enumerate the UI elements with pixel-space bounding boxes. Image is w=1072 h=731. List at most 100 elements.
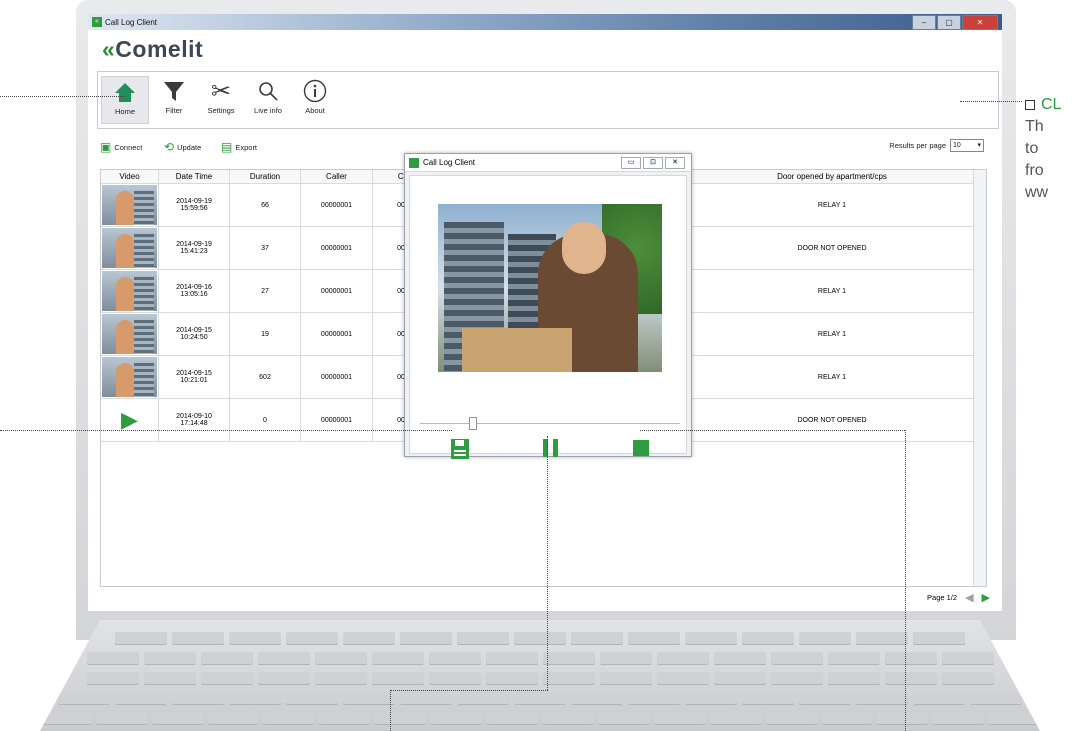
visitor-image (116, 234, 134, 268)
video-thumbnail[interactable] (102, 185, 157, 225)
logo-mark: « (102, 36, 116, 62)
video-frame[interactable] (438, 204, 662, 372)
cell-caller: 00000001 (301, 313, 373, 355)
ribbon-filter-button[interactable]: Filter (151, 76, 197, 115)
cell-video (101, 184, 159, 226)
laptop-keyboard (40, 620, 1040, 731)
cell-date: 2014-09-19 (176, 198, 212, 205)
cell-date: 2014-09-10 (176, 413, 212, 420)
pagination: Page 1/2 ◀ ▶ (927, 591, 990, 604)
video-thumbnail[interactable] (102, 314, 157, 354)
ribbon-settings-button[interactable]: ✂ Settings (198, 76, 244, 116)
video-player-window: Call Log Client ▭ ⊡ ✕ (404, 153, 692, 459)
header-caller[interactable]: Caller (301, 170, 373, 184)
cell-door-opened: RELAY 1 (691, 313, 974, 355)
callout-line: ww (1025, 184, 1049, 201)
building-image (134, 234, 154, 268)
previous-page-button[interactable]: ◀ (965, 591, 973, 604)
cell-date: 2014-09-15 (176, 370, 212, 377)
parcel-image (462, 328, 572, 372)
page-indicator: Page 1/2 (927, 593, 958, 602)
cell-door-opened: DOOR NOT OPENED (691, 227, 974, 269)
save-icon (451, 439, 469, 459)
minimize-button[interactable]: – (912, 15, 936, 30)
header-door-opened[interactable]: Door opened by apartment/cps (691, 170, 974, 184)
annotation-line (547, 436, 548, 690)
cell-time: 17:14:48 (180, 420, 208, 427)
cell-door-opened: DOOR NOT OPENED (691, 399, 974, 441)
playback-slider-thumb[interactable] (469, 417, 477, 430)
player-window-controls: ▭ ⊡ ✕ (621, 157, 685, 169)
header-video[interactable]: Video (101, 170, 159, 184)
export-button[interactable]: ▤ Export (221, 140, 257, 154)
header-duration[interactable]: Duration (230, 170, 301, 184)
cell-date-time: 2014-09-16 13:05:16 (159, 270, 230, 312)
stop-button[interactable] (632, 438, 650, 462)
ribbon-live-info-button[interactable]: Live info (245, 76, 291, 115)
window-controls: – ▢ ✕ (912, 15, 998, 30)
table-scrollbar[interactable] (973, 170, 986, 586)
maximize-button[interactable]: ▢ (937, 15, 961, 30)
save-video-button[interactable] (450, 438, 470, 464)
video-thumbnail[interactable] (102, 228, 157, 268)
player-minimize-button[interactable]: ▭ (621, 157, 641, 169)
ribbon-home-button[interactable]: Home (101, 76, 149, 124)
visitor-image (116, 191, 134, 225)
cell-caller: 00000001 (301, 270, 373, 312)
save-icon: ▤ (221, 140, 233, 154)
pause-button[interactable] (542, 438, 560, 462)
cell-date: 2014-09-16 (176, 284, 212, 291)
building-image (134, 320, 154, 354)
cell-duration: 19 (230, 313, 301, 355)
cell-date: 2014-09-15 (176, 327, 212, 334)
cell-date-time: 2014-09-19 15:41:23 (159, 227, 230, 269)
player-close-button[interactable]: ✕ (665, 157, 685, 169)
close-button[interactable]: ✕ (962, 15, 998, 30)
face-image (562, 222, 606, 274)
filter-icon (151, 76, 197, 106)
feature-callout: CL Th to fro ww (1025, 94, 1072, 204)
window-title: Call Log Client (105, 17, 158, 27)
video-thumbnail[interactable] (102, 357, 157, 397)
cell-video (101, 270, 159, 312)
player-restore-button[interactable]: ⊡ (643, 157, 663, 169)
ribbon-about-button[interactable]: About (292, 76, 338, 115)
chevron-down-icon: ▾ (977, 142, 981, 149)
cell-date-time: 2014-09-10 17:14:48 (159, 399, 230, 441)
home-icon (102, 77, 148, 107)
ribbon-filter-label: Filter (165, 106, 183, 115)
cell-duration: 66 (230, 184, 301, 226)
player-body (409, 175, 687, 459)
cell-date-time: 2014-09-19 15:59:56 (159, 184, 230, 226)
cell-time: 10:24:50 (180, 334, 208, 341)
callout-line: Th (1025, 118, 1044, 135)
ribbon-live-info-label: Live info (254, 106, 282, 115)
video-thumbnail[interactable] (102, 271, 157, 311)
cell-caller: 00000001 (301, 227, 373, 269)
player-titlebar: Call Log Client ▭ ⊡ ✕ (405, 154, 691, 172)
callout-line: fro (1025, 162, 1044, 179)
update-button[interactable]: ⟲ Update (164, 140, 201, 154)
toolbar: ▣ Connect ⟲ Update ▤ Export Results per pag… (98, 138, 988, 154)
header-date-time[interactable]: Date Time (159, 170, 230, 184)
connect-label: Connect (114, 142, 143, 152)
results-per-page-select[interactable]: 10 ▾ (950, 139, 984, 152)
annotation-line (640, 430, 905, 431)
building-image (134, 191, 154, 225)
search-icon (245, 76, 291, 106)
callout-title-text: CL (1041, 96, 1062, 113)
connect-button[interactable]: ▣ Connect (100, 140, 142, 154)
export-label: Export (235, 142, 258, 152)
visitor-image (116, 363, 134, 397)
cell-caller: 00000001 (301, 399, 373, 441)
logo-text: Comelit (115, 36, 204, 62)
player-title: Call Log Client (423, 158, 476, 167)
playback-slider[interactable] (420, 423, 680, 424)
cell-video (101, 227, 159, 269)
connect-icon: ▣ (100, 140, 112, 154)
comelit-logo: «Comelit (102, 36, 203, 63)
building-image (134, 363, 154, 397)
results-per-page-label: Results per page (889, 141, 946, 150)
ribbon-settings-label: Settings (207, 106, 235, 115)
next-page-button[interactable]: ▶ (982, 591, 990, 604)
